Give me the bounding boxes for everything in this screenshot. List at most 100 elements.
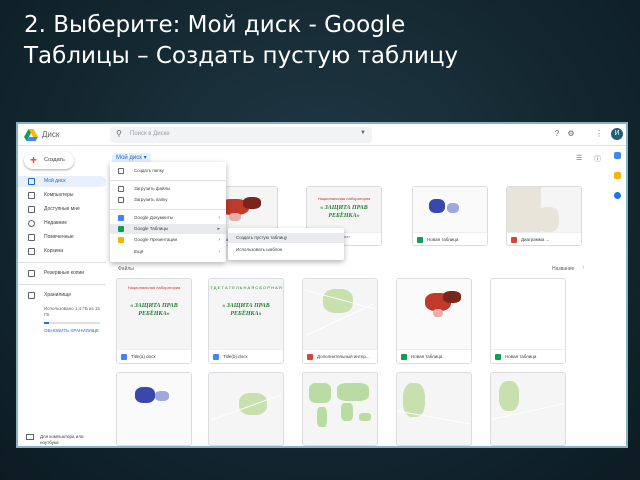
computer-icon xyxy=(28,192,35,199)
docs-icon xyxy=(118,215,124,221)
new-button[interactable]: + Создать xyxy=(24,152,74,169)
help-icon[interactable]: ? xyxy=(552,129,562,139)
menu-item-label: Загрузить папку xyxy=(134,197,168,202)
quick-access-card[interactable]: Диаграмма ... xyxy=(506,186,582,246)
sidebar-item-label: Резервные копии xyxy=(44,270,85,276)
menu-item-from-template[interactable]: Использовать шаблон xyxy=(228,245,344,255)
sidebar-item-computers[interactable]: Компьютеры xyxy=(18,190,106,201)
sidebar-item-label: Хранилище xyxy=(44,292,71,298)
file-card[interactable] xyxy=(116,372,192,446)
card-footer: Новая таблица xyxy=(413,232,487,245)
sidebar-divider xyxy=(18,284,106,285)
doc-header-text: Национальная лаборатория xyxy=(317,196,371,201)
file-name: Новая таблица xyxy=(411,354,443,359)
sidebar-item-recent[interactable]: Недавние xyxy=(18,218,106,229)
menu-divider xyxy=(110,209,226,210)
card-thumbnail xyxy=(397,279,471,349)
sheets-submenu: Создать пустую таблицу Использовать шабл… xyxy=(228,228,344,260)
file-card[interactable]: Т Д Е Т А Т Е Л Ь Н А Я С Б О Р Н А Я « … xyxy=(208,278,284,364)
backup-icon xyxy=(28,270,35,277)
breadcrumb-label: Мой диск xyxy=(116,155,142,161)
sort-button[interactable]: Название xyxy=(552,266,574,272)
search-placeholder: Поиск в Диске xyxy=(130,131,170,137)
clock-icon xyxy=(28,220,35,227)
menu-item-more[interactable]: Ещё › xyxy=(110,247,226,257)
upgrade-storage-link[interactable]: ОБНОВИТЬ ХРАНИЛИЩЕ xyxy=(44,328,104,334)
info-icon[interactable]: ⓘ xyxy=(594,154,601,164)
sort-arrow-icon[interactable]: ↑ xyxy=(582,265,585,271)
card-thumbnail: Национальная лаборатория « ЗАЩИТА ПРАВ Р… xyxy=(117,279,191,349)
file-card[interactable]: Дополнительный интер... xyxy=(302,278,378,364)
menu-item-label: Загрузить файлы xyxy=(134,186,171,191)
file-name: Новая таблица xyxy=(505,354,537,359)
file-name: Диаграмма ... xyxy=(521,237,550,242)
drive-logo-icon xyxy=(24,129,38,141)
card-footer: Новая таблица xyxy=(397,349,471,363)
menu-item-google-docs[interactable]: Google Документы › xyxy=(110,213,226,223)
chevron-right-icon: ▸ xyxy=(217,226,220,232)
menu-divider xyxy=(110,180,226,181)
chevron-right-icon: › xyxy=(218,249,220,255)
calendar-icon[interactable] xyxy=(614,152,621,159)
storage-usage-text: Использовано 1,4 ГБ из 15 ГБ xyxy=(44,306,100,317)
star-icon xyxy=(28,234,35,241)
search-options-icon[interactable]: ▼ xyxy=(360,130,366,136)
sidebar-item-starred[interactable]: Помеченные xyxy=(18,232,106,243)
doc-title-line-1: « ЗАЩИТА ПРАВ xyxy=(320,205,368,211)
sidebar-item-backups[interactable]: Резервные копии xyxy=(18,268,106,279)
file-card[interactable] xyxy=(302,372,378,446)
sidebar-item-label: Доступные мне xyxy=(44,206,80,212)
storage-icon xyxy=(28,292,35,299)
tasks-icon[interactable] xyxy=(614,192,621,199)
doc-title-line-1: « ЗАЩИТА ПРАВ xyxy=(222,303,270,309)
doc-title-line-2: РЕБЁНКА» xyxy=(138,311,170,317)
menu-item-google-slides[interactable]: Google Презентации › xyxy=(110,235,226,245)
slides-icon xyxy=(118,237,124,243)
search-input[interactable]: ⚲ Поиск в Диске ▼ xyxy=(110,127,372,143)
chevron-right-icon: › xyxy=(218,215,220,221)
keep-icon[interactable] xyxy=(614,172,621,179)
doc-title-line-2: РЕБЁНКА» xyxy=(230,311,262,317)
slide-title-line-1: 2. Выберите: Мой диск - Google xyxy=(24,12,406,38)
file-name: Дополнительный интер... xyxy=(317,354,370,359)
file-card[interactable]: Новая таблица xyxy=(490,278,566,364)
settings-icon[interactable]: ⚙ xyxy=(566,129,576,139)
slide-title: 2. Выберите: Мой диск - Google Таблицы –… xyxy=(24,10,624,72)
sidebar-item-storage[interactable]: Хранилище xyxy=(18,290,106,301)
file-name: Новая таблица xyxy=(427,237,459,242)
sheets-file-icon xyxy=(495,354,501,360)
menu-item-label: Google Презентации xyxy=(134,237,178,242)
menu-item-google-sheets[interactable]: Google Таблицы ▸ xyxy=(110,224,226,234)
apps-grid-icon[interactable]: ⋮ xyxy=(594,129,604,139)
card-thumbnail: Национальная лаборатория « ЗАЩИТА ПРАВ Р… xyxy=(307,187,381,232)
avatar[interactable]: И xyxy=(611,128,623,140)
quick-access-card[interactable]: Новая таблица xyxy=(412,186,488,246)
doc-title-line-1: « ЗАЩИТА ПРАВ xyxy=(130,303,178,309)
chevron-right-icon: › xyxy=(218,237,220,243)
docs-file-icon xyxy=(121,354,127,360)
folder-icon xyxy=(118,168,124,174)
file-upload-icon xyxy=(118,186,124,192)
menu-item-upload-folder[interactable]: Загрузить папку xyxy=(110,195,226,205)
menu-item-blank-spreadsheet[interactable]: Создать пустую таблицу xyxy=(228,233,344,243)
sidebar-item-shared[interactable]: Доступные мне xyxy=(18,204,106,215)
sidebar-item-my-drive[interactable]: Мой диск xyxy=(18,176,106,187)
list-view-icon[interactable]: ☰ xyxy=(576,154,582,162)
file-name: Title(b).docx xyxy=(223,354,248,359)
menu-item-label: Создать папку xyxy=(134,168,164,173)
file-card[interactable] xyxy=(490,372,566,446)
file-card[interactable]: Национальная лаборатория « ЗАЩИТА ПРАВ Р… xyxy=(116,278,192,364)
file-card[interactable] xyxy=(396,372,472,446)
sidebar-item-label: Недавние xyxy=(44,220,67,226)
menu-item-upload-files[interactable]: Загрузить файлы xyxy=(110,184,226,194)
pdf-file-icon xyxy=(307,354,313,360)
file-card[interactable] xyxy=(208,372,284,446)
card-thumbnail xyxy=(491,279,565,349)
card-thumbnail xyxy=(209,373,283,445)
file-card[interactable]: Новая таблица xyxy=(396,278,472,364)
sidebar-item-trash[interactable]: Корзина xyxy=(18,246,106,257)
sidebar: + Создать Мой диск Компьютеры Доступные … xyxy=(18,146,106,446)
drive-screenshot: Диск ⚲ Поиск в Диске ▼ ? ⚙ ⋮ И + Создать… xyxy=(16,122,628,448)
card-thumbnail: Т Д Е Т А Т Е Л Ь Н А Я С Б О Р Н А Я « … xyxy=(209,279,283,349)
menu-item-new-folder[interactable]: Создать папку xyxy=(110,166,226,176)
